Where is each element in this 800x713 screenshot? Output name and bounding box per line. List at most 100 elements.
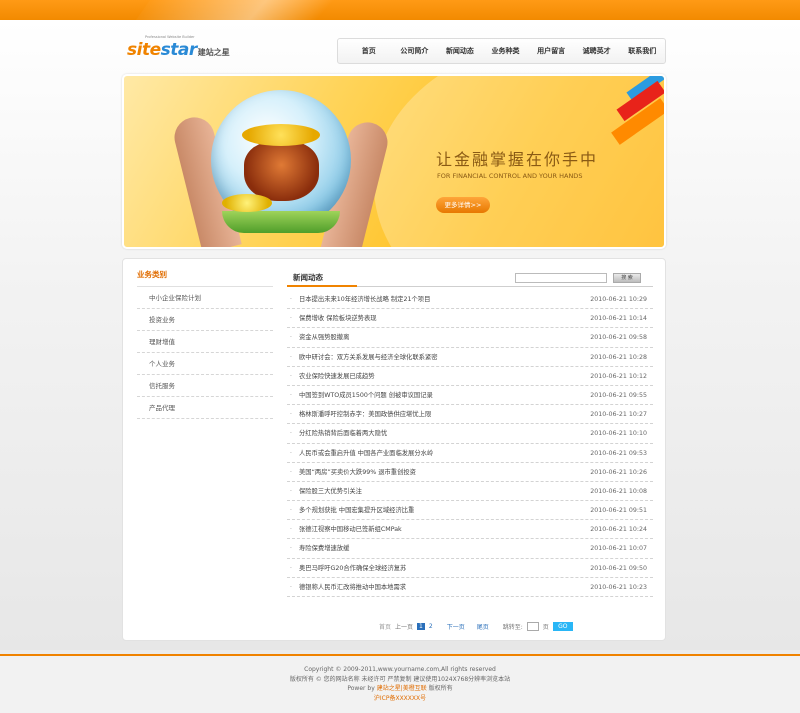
- banner-subtitle: FOR FINANCIAL CONTROL AND YOUR HANDS: [437, 172, 583, 180]
- news-row[interactable]: · 欧中研讨会：双方关系发展与经济全球化联系紧密 2010-06-21 10:28: [287, 348, 653, 367]
- pager-page-2[interactable]: 2: [429, 623, 433, 630]
- news-row[interactable]: · 张德江视察中国移动已签新组CMPak 2010-06-21 10:24: [287, 520, 653, 540]
- sidebar-item[interactable]: 中小企业保险计划: [137, 287, 273, 309]
- banner-more-button[interactable]: 更多详情>>: [436, 197, 490, 213]
- news-title-link[interactable]: 日本提出未来10年经济增长战略 制定21个项目: [299, 290, 430, 309]
- news-date: 2010-06-21 10:08: [590, 487, 647, 495]
- sidebar: 业务类别 中小企业保险计划 投资业务 理财增值 个人业务 信托服务 产品代理: [137, 269, 273, 419]
- hero-banner: 让金融掌握在你手中 FOR FINANCIAL CONTROL AND YOUR…: [122, 74, 666, 249]
- bullet-icon: ·: [290, 564, 292, 572]
- news-title-link[interactable]: 德银称人民币汇改将推动中国本地需求: [299, 578, 406, 597]
- pager-next[interactable]: 下一页: [447, 622, 465, 631]
- gold-coins-pile-graphic: [222, 194, 272, 212]
- sidebar-item[interactable]: 投资业务: [137, 309, 273, 331]
- pagination: 首页 上一页 1 2 下一页 尾页 跳转至: 页 GO: [379, 621, 573, 631]
- news-row[interactable]: · 寿险保费增速放缓 2010-06-21 10:07: [287, 539, 653, 559]
- main-nav: 首页 公司简介 新闻动态 业务种类 用户留言 诚聘英才 联系我们: [337, 38, 666, 64]
- news-title-link[interactable]: 中国签到WTO成员1500个问题 创被审议国记录: [299, 386, 433, 405]
- nav-item-home[interactable]: 首页: [346, 46, 392, 56]
- bullet-icon: ·: [290, 315, 292, 323]
- news-title-link[interactable]: 保险股三大优势引关注: [299, 482, 362, 501]
- sidebar-item[interactable]: 产品代理: [137, 397, 273, 419]
- news-title-link[interactable]: 格林斯潘呼吁控制赤字：美国政债供应堪忧上限: [299, 405, 431, 424]
- news-date: 2010-06-21 10:29: [590, 296, 647, 303]
- news-date: 2010-06-21 10:26: [590, 468, 647, 476]
- footer-copyright: Copyright © 2009-2011,www.yourname.com,A…: [304, 666, 496, 673]
- logo-text-cn: 建站之星: [197, 48, 230, 57]
- news-date: 2010-06-21 09:53: [590, 449, 647, 457]
- bullet-icon: ·: [290, 583, 292, 591]
- bullet-icon: ·: [290, 507, 292, 515]
- bullet-icon: ·: [290, 545, 292, 553]
- footer-notice: 版权所有 © 您的网站名称 未经许可 严禁复制 建议使用1024X768分辨率浏…: [289, 675, 511, 683]
- news-row[interactable]: · 保费增收 保险板块逆势表现 2010-06-21 10:14: [287, 309, 653, 329]
- site-logo[interactable]: Professional Website Builder sitestar建站之…: [127, 35, 230, 60]
- news-row[interactable]: · 中国签到WTO成员1500个问题 创被审议国记录 2010-06-21 09:5…: [287, 386, 653, 406]
- news-title-link[interactable]: 欧中研讨会：双方关系发展与经济全球化联系紧密: [299, 348, 438, 367]
- footer-power: Power by 建站之星|美橙互联 版权所有: [0, 684, 800, 694]
- news-section: 新闻动态 搜 索 · 日本提出未来10年经济增长战略 制定21个项目 2010-06…: [287, 269, 653, 597]
- news-date: 2010-06-21 09:55: [590, 391, 647, 399]
- search-button[interactable]: 搜 索: [613, 273, 641, 283]
- news-header: 新闻动态 搜 索: [287, 269, 653, 287]
- pager-page-unit: 页: [542, 623, 549, 631]
- sidebar-title: 业务类别: [137, 269, 273, 287]
- news-row[interactable]: · 日本提出未来10年经济增长战略 制定21个项目 2010-06-21 10:29: [287, 290, 653, 310]
- news-row[interactable]: · 分红险热销背后面临着两大隐忧 2010-06-21 10:10: [287, 424, 653, 444]
- news-row[interactable]: · 农业保险快速发展已成趋势 2010-06-21 10:12: [287, 367, 653, 386]
- sidebar-item[interactable]: 个人业务: [137, 353, 273, 375]
- content-panel: 业务类别 中小企业保险计划 投资业务 理财增值 个人业务 信托服务 产品代理 新…: [122, 258, 666, 641]
- news-row[interactable]: · 德银称人民币汇改将推动中国本地需求 2010-06-21 10:23: [287, 578, 653, 597]
- news-title-link[interactable]: 保费增收 保险板块逆势表现: [299, 309, 377, 328]
- news-row[interactable]: · 保险股三大优势引关注 2010-06-21 10:08: [287, 482, 653, 502]
- news-title-link[interactable]: 寿险保费增速放缓: [299, 539, 349, 558]
- news-row[interactable]: · 资金从强势股撤离 2010-06-21 09:58: [287, 328, 653, 348]
- nav-item-jobs[interactable]: 诚聘英才: [574, 46, 620, 56]
- news-title-link[interactable]: 资金从强势股撤离: [299, 328, 349, 347]
- nav-item-about[interactable]: 公司简介: [392, 46, 438, 56]
- news-row[interactable]: · 多个规划获批 中国宏集提升区域经济比重 2010-06-21 09:51: [287, 501, 653, 521]
- sidebar-item[interactable]: 理财增值: [137, 331, 273, 353]
- bullet-icon: ·: [290, 372, 292, 380]
- news-date: 2010-06-21 09:51: [590, 507, 647, 515]
- nav-item-news[interactable]: 新闻动态: [437, 46, 483, 56]
- news-row[interactable]: · 人民币或会重启升值 中国各产业面临发展分水岭 2010-06-21 09:53: [287, 444, 653, 463]
- logo-text-star: star: [160, 40, 198, 60]
- news-title-link[interactable]: 美国“两房”买卖价大跌99% 退市重创投资: [299, 463, 416, 482]
- news-title-link[interactable]: 分红险热销背后面临着两大隐忧: [299, 424, 387, 443]
- nav-item-contact[interactable]: 联系我们: [619, 46, 665, 56]
- footer: Copyright © 2009-2011,www.yourname.com,A…: [0, 654, 800, 713]
- pager-jump-input[interactable]: [526, 621, 539, 631]
- grass-graphic: [222, 211, 340, 233]
- nav-item-guestbook[interactable]: 用户留言: [528, 46, 574, 56]
- money-pot-graphic: [244, 141, 319, 201]
- news-title-link[interactable]: 奥巴马呼吁G20合作确保全球经济复苏: [299, 559, 406, 578]
- search-input[interactable]: [515, 273, 607, 283]
- pager-last[interactable]: 尾页: [477, 622, 489, 631]
- news-title-link[interactable]: 多个规划获批 中国宏集提升区域经济比重: [299, 501, 414, 520]
- gold-coins-graphic: [242, 124, 320, 146]
- nav-item-services[interactable]: 业务种类: [483, 46, 529, 56]
- news-row[interactable]: · 奥巴马呼吁G20合作确保全球经济复苏 2010-06-21 09:50: [287, 559, 653, 578]
- news-date: 2010-06-21 09:58: [590, 334, 647, 342]
- news-title: 新闻动态: [293, 273, 323, 282]
- sidebar-item[interactable]: 信托服务: [137, 375, 273, 397]
- news-row[interactable]: · 美国“两房”买卖价大跌99% 退市重创投资 2010-06-21 10:26: [287, 463, 653, 482]
- pager-prev[interactable]: 上一页: [395, 622, 413, 631]
- pager-first[interactable]: 首页: [379, 622, 391, 631]
- pager-go-button[interactable]: GO: [552, 621, 573, 631]
- logo-text-site: site: [127, 40, 161, 60]
- bullet-icon: ·: [290, 391, 292, 399]
- footer-power-link[interactable]: 建站之星|美橙互联: [377, 685, 427, 692]
- news-date: 2010-06-21 10:27: [590, 411, 647, 419]
- news-row[interactable]: · 格林斯潘呼吁控制赤字：美国政债供应堪忧上限 2010-06-21 10:27: [287, 405, 653, 425]
- news-title-link[interactable]: 人民币或会重启升值 中国各产业面临发展分水岭: [299, 444, 433, 463]
- news-title-link[interactable]: 农业保险快速发展已成趋势: [299, 367, 375, 386]
- news-date: 2010-06-21 10:28: [590, 353, 647, 361]
- pager-page-current[interactable]: 1: [417, 622, 425, 630]
- news-date: 2010-06-21 10:24: [590, 526, 647, 534]
- footer-icp[interactable]: 沪ICP备XXXXXX号: [0, 694, 800, 704]
- news-title-link[interactable]: 张德江视察中国移动已签新组CMPak: [299, 520, 402, 539]
- news-date: 2010-06-21 10:14: [590, 315, 647, 323]
- banner-headline: 让金融掌握在你手中: [436, 150, 599, 169]
